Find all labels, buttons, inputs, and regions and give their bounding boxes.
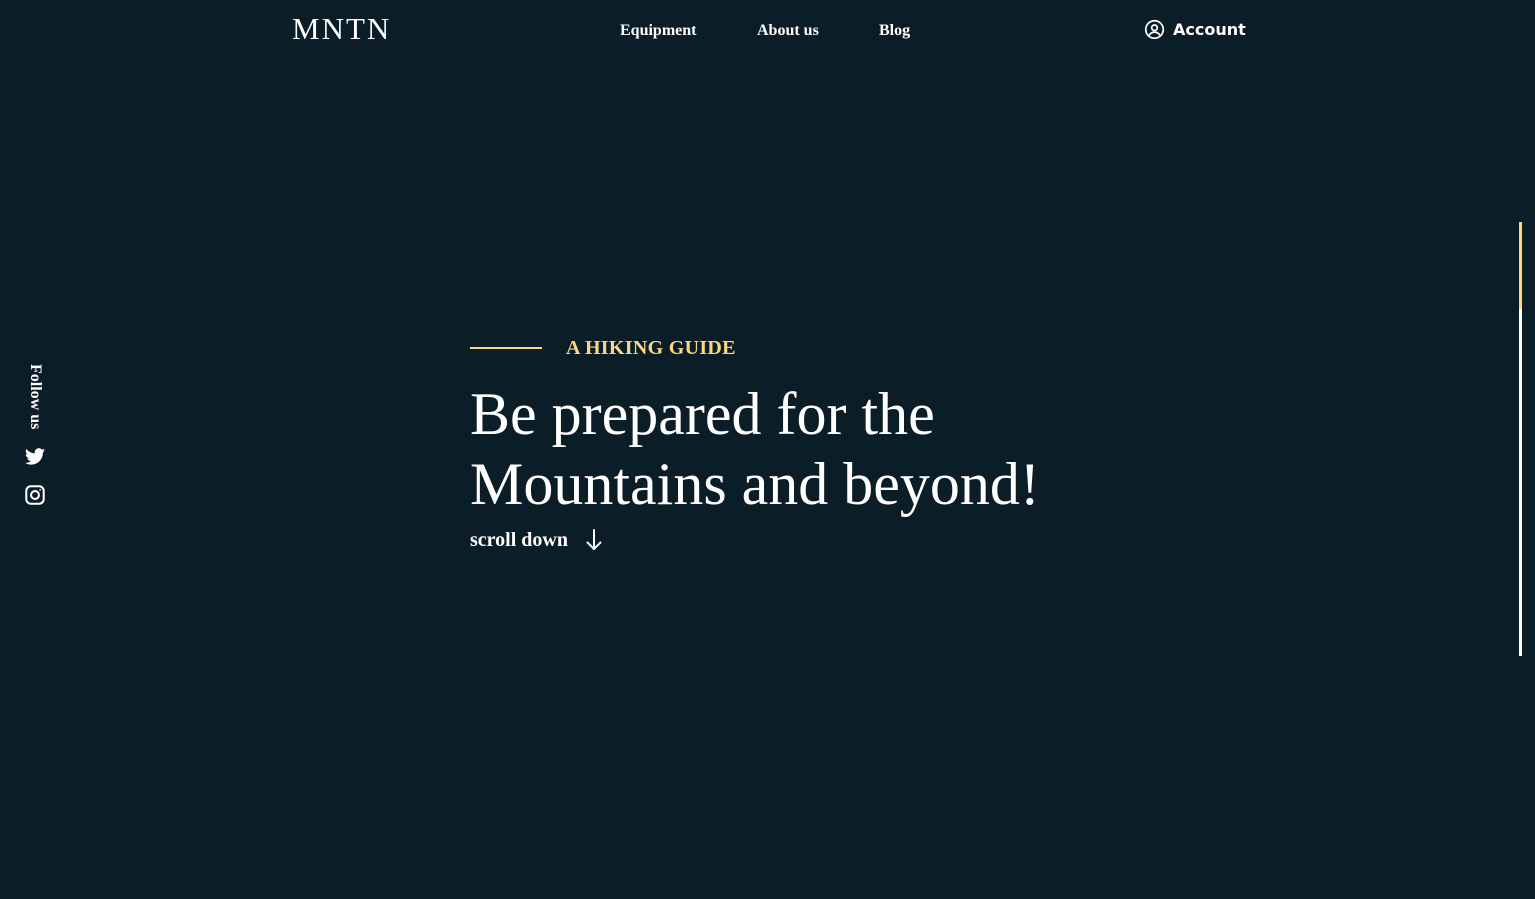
scroll-progress-fill [1519, 222, 1522, 309]
hero-headline: Be prepared for the Mountains and beyond… [470, 381, 1040, 517]
hero-eyebrow: A HIKING GUIDE [470, 335, 736, 361]
instagram-link[interactable] [24, 484, 46, 506]
follow-us-label: Follow us [27, 364, 44, 430]
follow-us-block: Follow us [23, 364, 47, 434]
scroll-down-label: scroll down [470, 528, 568, 551]
twitter-icon [24, 446, 46, 468]
nav-link-blog[interactable]: Blog [879, 19, 910, 43]
scroll-progress-bar [1519, 222, 1522, 656]
nav-link-about-us[interactable]: About us [757, 19, 819, 43]
account-button[interactable]: Account [1144, 17, 1246, 41]
twitter-link[interactable] [24, 446, 46, 468]
eyebrow-line [470, 347, 542, 349]
instagram-icon [24, 484, 46, 506]
eyebrow-text: A HIKING GUIDE [566, 336, 736, 359]
user-circle-icon [1144, 19, 1165, 40]
scroll-down-button[interactable]: scroll down [470, 527, 602, 553]
account-label: Account [1173, 19, 1246, 39]
site-logo[interactable]: MNTN [292, 10, 391, 48]
arrow-down-icon [568, 528, 602, 552]
nav-link-equipment[interactable]: Equipment [620, 19, 696, 43]
